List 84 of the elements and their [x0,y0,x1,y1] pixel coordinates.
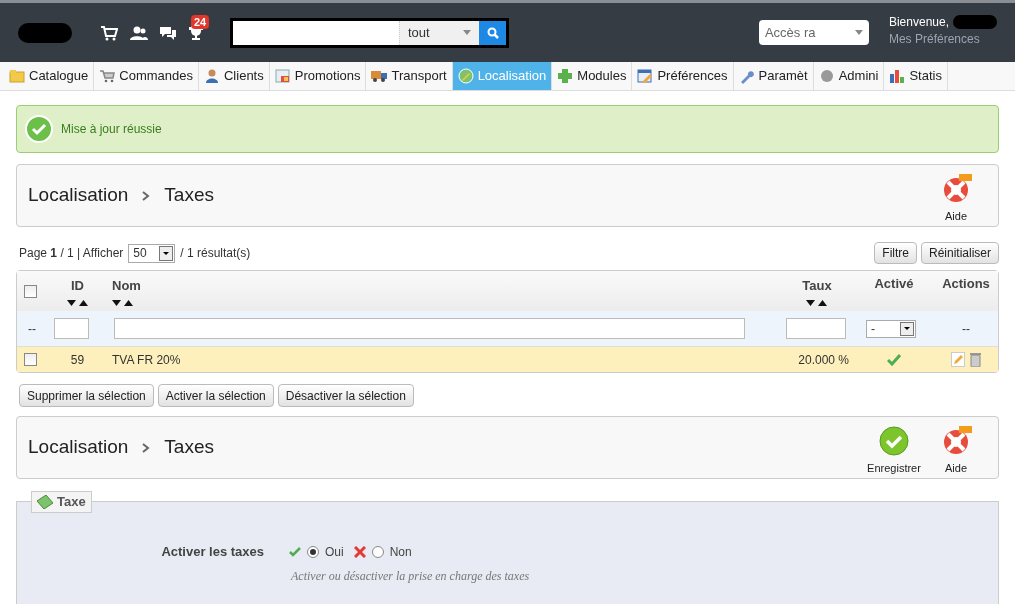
table-cell-text: TVA FR 20% [111,351,182,369]
search-icon [486,26,499,39]
chevron-icon [142,190,151,201]
tab-icon [9,68,25,84]
breadcrumb-item: Taxes [164,435,214,460]
nav-tab[interactable]: Clients [199,62,270,90]
bulk-action-button[interactable]: Supprimer la sélection [19,384,154,407]
preferences-link[interactable]: Mes Préférences [888,30,997,48]
pencil-icon [951,352,965,367]
nav-tab[interactable]: Modules [552,62,633,90]
table-row[interactable]: 59 TVA FR 20% 20.000 % [17,346,998,372]
tab-icon [889,68,906,84]
tab-icon [371,68,388,84]
radio-label: Non [389,543,412,561]
nav-tab[interactable]: Transport [366,62,453,90]
breadcrumb-item: Localisation [28,183,129,208]
logo [18,22,72,43]
users-icon [130,24,148,41]
tab-icon [457,68,474,84]
column-header: Nom [112,277,141,296]
column-header: Taux [802,277,832,296]
save-check-icon [878,424,910,457]
search-button[interactable] [479,20,506,45]
radio-button[interactable] [371,545,384,558]
active-filter-select[interactable]: - [866,319,916,338]
check-circle-icon [25,115,53,143]
breadcrumb-item: Taxes [164,183,214,208]
reset-button[interactable]: Réinitialiser [920,242,999,264]
tab-icon [204,68,220,84]
rate-filter-field[interactable] [786,318,846,339]
checkbox[interactable] [24,353,37,366]
tab-icon [557,68,574,84]
search-scope-select[interactable]: tout [399,20,479,45]
empty-filter-text: -- [27,320,37,338]
column-header: Actions [942,275,990,294]
nav-tab[interactable]: Paramèt [733,62,814,90]
field-hint: Activer ou désactiver la prise en charge des taxes [291,567,531,585]
radio-label: Oui [325,543,344,561]
radio-button[interactable] [307,545,319,558]
nav-tab[interactable]: Catalogue [4,62,95,90]
column-header: Activé [874,275,914,294]
per-page-select[interactable]: 50 [128,243,176,263]
breadcrumb-item: Localisation [28,435,129,460]
id-filter-field[interactable] [54,318,89,339]
field-label: Activer les taxes [160,543,265,561]
pagination-text: Page 1 / 1 | Afficher [19,245,124,262]
username-redacted [953,15,997,29]
caret-icon [463,30,471,35]
chevron-icon [142,442,151,453]
nav-tab[interactable]: Commandes [94,62,199,90]
notification-badge: 24 [191,14,210,29]
legend-text: Taxe [57,493,86,512]
tab-icon [99,68,116,84]
filter-button[interactable]: Filtre [874,242,917,264]
welcome-text: Bienvenue, [888,13,949,31]
help-button[interactable]: Aide [925,172,987,225]
check-icon [289,546,301,557]
empty-filter-text: -- [961,320,971,338]
tab-icon [274,68,291,84]
results-count: / 1 résultat(s) [180,245,251,262]
alert-message: Mise à jour réussie [61,121,162,138]
caret-icon [854,30,863,35]
nav-tab[interactable]: Préférences [632,62,734,90]
help-button[interactable]: Aide [925,424,987,477]
edit-link[interactable] [951,352,965,367]
checkbox[interactable] [24,284,37,298]
cross-icon [353,545,366,558]
bulk-action-button[interactable]: Désactiver la sélection [277,384,414,407]
delete-link[interactable] [970,352,981,367]
quick-access-select[interactable]: Accès ra [758,20,869,45]
name-filter-field[interactable] [114,318,745,339]
tab-icon [818,68,835,84]
cart-icon [100,24,118,41]
column-header: ID [71,277,84,296]
save-button[interactable]: Enregistrer [863,424,925,477]
nav-tab[interactable]: Promotions [269,62,367,90]
trash-icon [970,352,981,367]
tab-icon [637,68,654,84]
nav-tab[interactable]: Statis [884,62,948,90]
table-cell-text: 59 [69,351,86,369]
table-cell-text: 20.000 % [797,351,850,369]
chat-icon [159,24,177,41]
bulk-action-button[interactable]: Activer la sélection [157,384,274,407]
nav-tab[interactable]: Admini [813,62,885,90]
